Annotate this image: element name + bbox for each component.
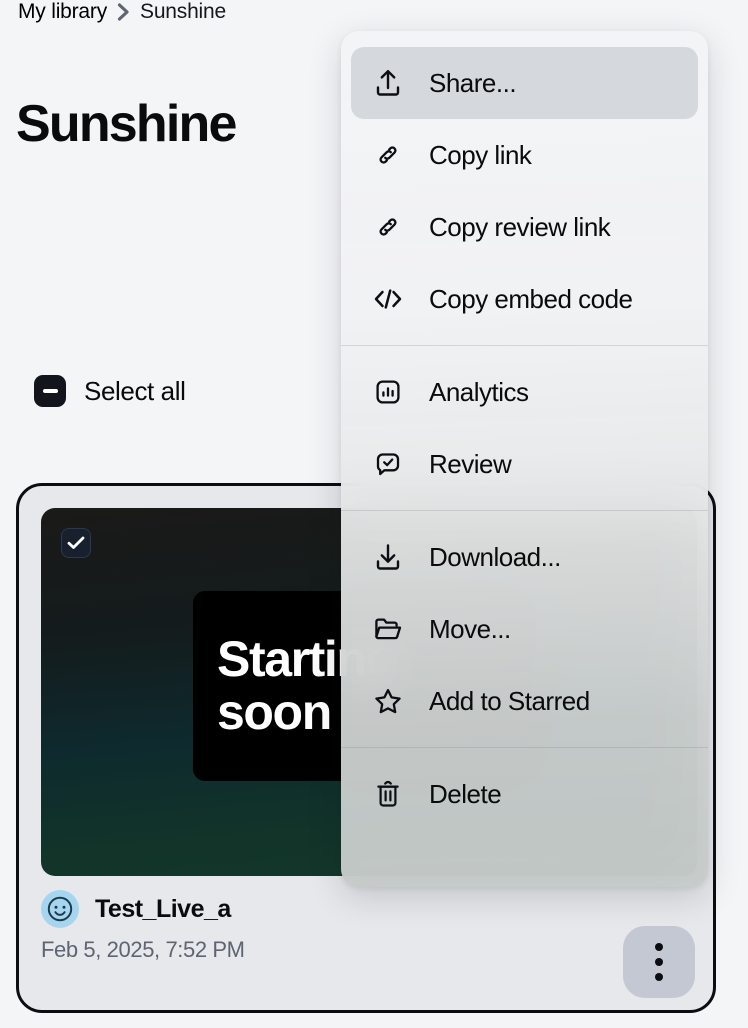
select-all-label: Select all	[84, 375, 186, 406]
menu-item-copy-link[interactable]: Copy link	[351, 119, 698, 191]
star-icon	[373, 687, 403, 716]
comment-check-icon	[373, 450, 403, 478]
menu-item-label: Copy link	[429, 139, 532, 170]
share-upload-icon	[373, 68, 403, 98]
page-title: Sunshine	[16, 95, 237, 153]
menu-section-share: Share... Copy link Copy review link Copy…	[341, 31, 708, 345]
menu-item-label: Analytics	[429, 376, 529, 407]
menu-item-label: Review	[429, 448, 512, 479]
download-icon	[373, 542, 403, 572]
video-select-checkbox[interactable]	[61, 528, 91, 558]
check-icon	[67, 536, 85, 549]
breadcrumb: My library Sunshine	[18, 0, 226, 24]
more-options-button[interactable]	[623, 926, 695, 998]
menu-item-delete[interactable]: Delete	[351, 758, 698, 830]
menu-item-label: Add to Starred	[429, 685, 590, 716]
code-brackets-icon	[373, 287, 403, 311]
menu-section-insights: Analytics Review	[341, 346, 708, 510]
chevron-right-icon	[117, 3, 130, 21]
more-vertical-icon	[655, 958, 663, 966]
menu-item-share[interactable]: Share...	[351, 47, 698, 119]
menu-item-label: Copy review link	[429, 211, 611, 242]
folder-icon	[373, 616, 403, 642]
menu-item-add-to-starred[interactable]: Add to Starred	[351, 665, 698, 737]
menu-section-file-actions: Download... Move... Add to Starred	[341, 511, 708, 747]
breadcrumb-item-current[interactable]: Sunshine	[140, 0, 226, 24]
indeterminate-dash-icon	[42, 389, 58, 393]
breadcrumb-item-my-library[interactable]: My library	[18, 0, 107, 24]
smiley-face-avatar	[41, 890, 79, 928]
menu-item-label: Delete	[429, 778, 502, 809]
trash-icon	[373, 779, 403, 809]
menu-item-analytics[interactable]: Analytics	[351, 356, 698, 428]
menu-item-review[interactable]: Review	[351, 428, 698, 500]
select-all-checkbox[interactable]	[34, 375, 66, 407]
library-folder-page: My library Sunshine Sunshine Select all …	[0, 0, 748, 1028]
more-vertical-icon	[655, 973, 663, 981]
menu-item-move[interactable]: Move...	[351, 593, 698, 665]
menu-item-copy-embed-code[interactable]: Copy embed code	[351, 263, 698, 335]
owner-row: Test_Live_a	[41, 890, 691, 928]
owner-name: Test_Live_a	[95, 894, 231, 923]
card-timestamp: Feb 5, 2025, 7:52 PM	[41, 937, 245, 962]
menu-item-label: Copy embed code	[429, 283, 633, 314]
menu-item-label: Share...	[429, 67, 517, 98]
menu-item-label: Download...	[429, 541, 561, 572]
bar-chart-icon	[373, 378, 403, 406]
menu-item-download[interactable]: Download...	[351, 521, 698, 593]
link-icon	[373, 141, 403, 169]
more-vertical-icon	[655, 943, 663, 951]
menu-item-label: Move...	[429, 613, 511, 644]
menu-section-destructive: Delete	[341, 748, 708, 840]
menu-item-copy-review-link[interactable]: Copy review link	[351, 191, 698, 263]
link-icon	[373, 213, 403, 241]
context-menu[interactable]: Share... Copy link Copy review link Copy…	[341, 31, 708, 887]
card-footer: Test_Live_a Feb 5, 2025, 7:52 PM	[41, 890, 691, 963]
select-all-row[interactable]: Select all	[34, 375, 186, 407]
